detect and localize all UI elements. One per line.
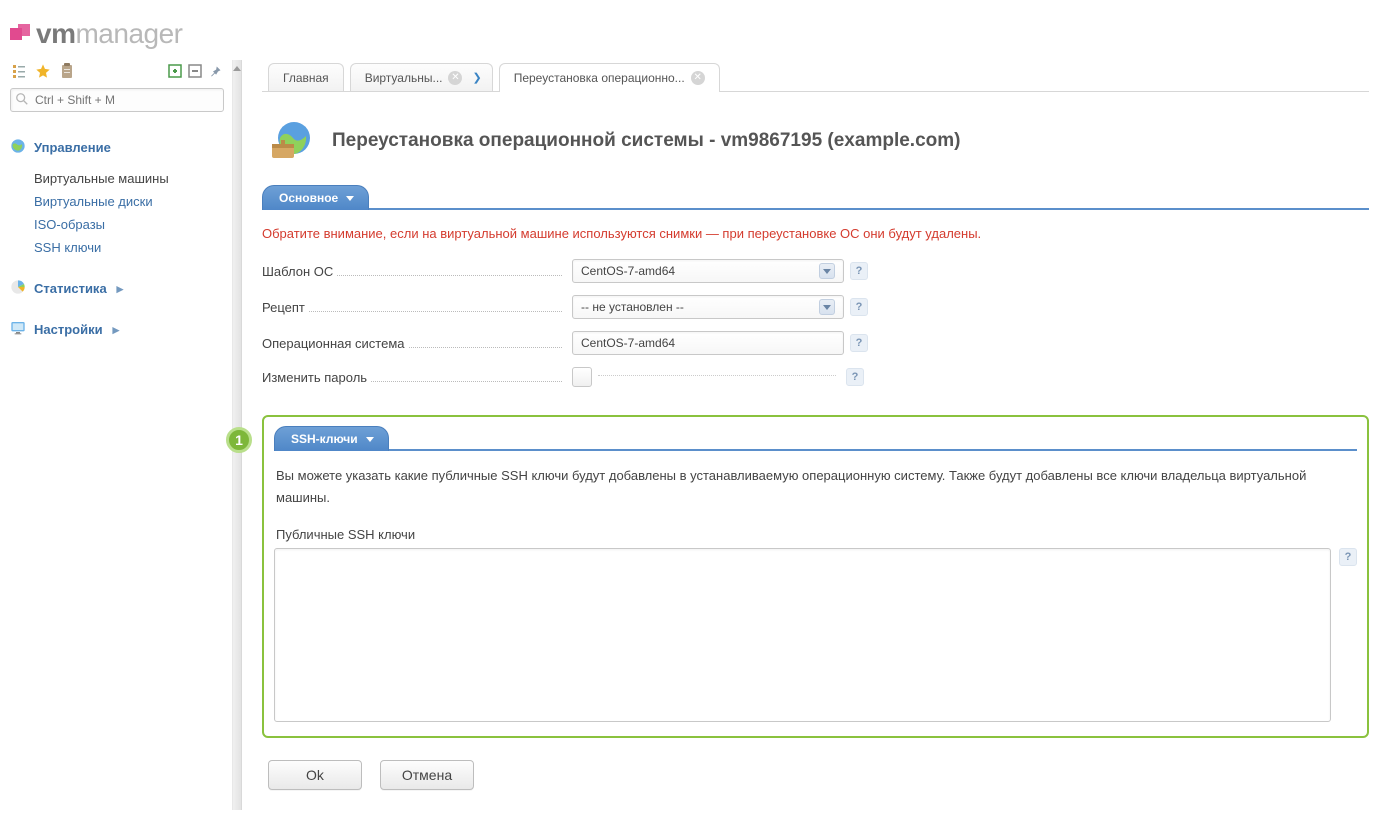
ssh-section-highlight: 1 SSH-ключи Вы можете указать какие публ… <box>262 415 1369 738</box>
sidebar-toolbar <box>10 60 224 86</box>
help-icon[interactable]: ? <box>850 298 868 316</box>
section-pill-ssh[interactable]: SSH-ключи <box>274 426 389 451</box>
ok-button[interactable]: Ok <box>268 760 362 790</box>
action-row: Ok Отмена <box>262 760 1369 790</box>
section-header-ssh: SSH-ключи <box>274 423 1357 451</box>
pin-icon[interactable] <box>206 62 224 80</box>
select-recipe[interactable]: -- не установлен -- <box>572 295 844 319</box>
nav: Управление Виртуальные машины Виртуальны… <box>10 136 224 341</box>
dropdown-icon <box>819 299 835 315</box>
label-os: Операционная система <box>262 336 562 351</box>
tab-label: Переустановка операционно... <box>514 71 685 85</box>
tab-reinstall[interactable]: Переустановка операционно... ✕ <box>499 63 720 92</box>
page-title: Переустановка операционной системы - vm9… <box>332 130 960 152</box>
nav-section-label: Настройки <box>34 322 103 337</box>
header: vmmanager <box>0 0 1373 60</box>
cancel-button[interactable]: Отмена <box>380 760 474 790</box>
warning-text: Обратите внимание, если на виртуальной м… <box>262 226 1363 241</box>
star-icon[interactable] <box>34 62 52 80</box>
search-wrap <box>10 88 224 112</box>
select-os-template[interactable]: CentOS-7-amd64 <box>572 259 844 283</box>
search-input[interactable] <box>10 88 224 112</box>
pill-label: Основное <box>279 191 338 205</box>
help-icon[interactable]: ? <box>846 368 864 386</box>
logo: vmmanager <box>10 18 1373 50</box>
chevron-right-icon: ▸ <box>113 322 120 338</box>
globe-icon <box>10 138 26 157</box>
checkbox-change-password[interactable] <box>572 367 592 387</box>
tab-main[interactable]: Главная <box>268 63 344 91</box>
tabs: Главная Виртуальны... ✕ ❯ Переустановка … <box>262 60 1369 92</box>
label-recipe: Рецепт <box>262 300 562 315</box>
nav-section-label: Статистика <box>34 281 107 296</box>
expand-icon[interactable] <box>166 62 184 80</box>
sidebar: Управление Виртуальные машины Виртуальны… <box>0 60 232 810</box>
chevron-down-icon <box>366 437 374 442</box>
clipboard-icon[interactable] <box>58 62 76 80</box>
tab-label: Виртуальны... <box>365 71 443 85</box>
chevron-down-icon <box>346 196 354 201</box>
grip-icon <box>233 66 241 71</box>
close-icon[interactable]: ✕ <box>691 71 705 85</box>
pill-label: SSH-ключи <box>291 432 358 446</box>
monitor-icon <box>10 320 26 339</box>
sidebar-item-vms[interactable]: Виртуальные машины <box>34 167 224 190</box>
reinstall-icon <box>268 118 314 164</box>
close-icon[interactable]: ✕ <box>448 71 462 85</box>
help-icon[interactable]: ? <box>850 334 868 352</box>
select-value: -- не установлен -- <box>581 300 684 314</box>
sidebar-item-iso[interactable]: ISO-образы <box>34 213 224 236</box>
nav-section-label: Управление <box>34 140 111 155</box>
ssh-description: Вы можете указать какие публичные SSH кл… <box>276 465 1355 509</box>
dropdown-icon <box>819 263 835 279</box>
sidebar-item-disks[interactable]: Виртуальные диски <box>34 190 224 213</box>
callout-badge: 1 <box>226 427 252 453</box>
search-icon <box>15 92 29 106</box>
tab-virtual[interactable]: Виртуальны... ✕ ❯ <box>350 63 493 91</box>
chevron-right-icon: ▸ <box>117 281 124 297</box>
help-icon[interactable]: ? <box>850 262 868 280</box>
help-icon[interactable]: ? <box>1339 548 1357 566</box>
content: Главная Виртуальны... ✕ ❯ Переустановка … <box>242 60 1373 810</box>
pie-icon <box>10 279 26 298</box>
collapse-icon[interactable] <box>186 62 204 80</box>
section-header-main: Основное <box>262 182 1369 210</box>
label-ssh-keys: Публичные SSH ключи <box>276 527 1355 542</box>
input-os[interactable] <box>572 331 844 355</box>
nav-section-management[interactable]: Управление <box>10 136 224 159</box>
textarea-ssh-keys[interactable] <box>274 548 1331 722</box>
logo-mark-icon <box>10 24 32 44</box>
nav-section-stats[interactable]: Статистика ▸ <box>10 277 224 300</box>
label-os-template: Шаблон ОС <box>262 264 562 279</box>
sidebar-item-ssh[interactable]: SSH ключи <box>34 236 224 259</box>
chevron-right-icon: ❯ <box>472 71 481 84</box>
select-value: CentOS-7-amd64 <box>581 264 675 278</box>
label-change-password: Изменить пароль <box>262 370 562 385</box>
section-pill-main[interactable]: Основное <box>262 185 369 210</box>
nav-section-settings[interactable]: Настройки ▸ <box>10 318 224 341</box>
logo-text: vmmanager <box>36 18 182 50</box>
page-title-row: Переустановка операционной системы - vm9… <box>262 92 1369 182</box>
list-icon[interactable] <box>10 62 28 80</box>
tab-label: Главная <box>283 71 329 85</box>
